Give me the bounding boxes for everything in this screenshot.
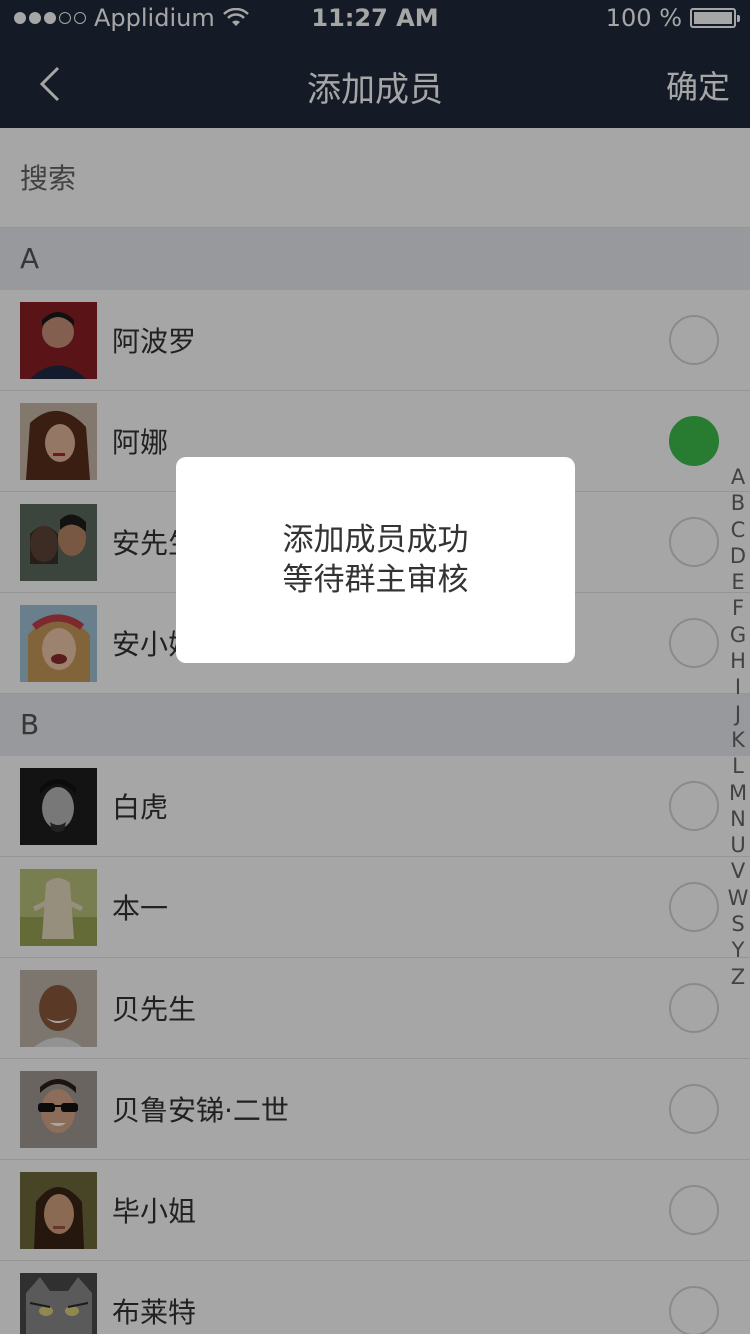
modal-overlay[interactable]: [0, 0, 750, 1334]
dialog-message-line1: 添加成员成功: [282, 522, 469, 558]
success-dialog: 添加成员成功 等待群主审核: [176, 457, 575, 663]
dialog-message-line2: 等待群主审核: [282, 562, 469, 598]
